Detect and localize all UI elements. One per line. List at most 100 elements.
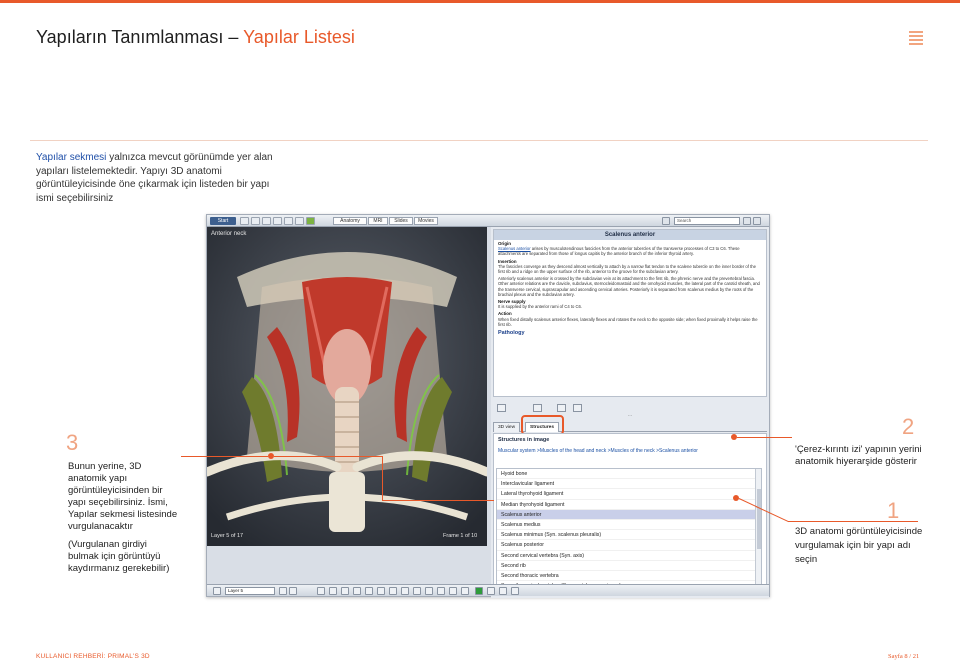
export-icon[interactable] [295, 217, 304, 225]
info-nerve: Nerve supply It is supplied by the anter… [494, 298, 766, 310]
home-icon[interactable] [262, 217, 271, 225]
right-pane: Scalenus anterior Origin Scalenus anteri… [491, 227, 769, 598]
structures-panel: Structures in image Muscular system >Mus… [493, 433, 767, 596]
search-go-icon[interactable] [743, 217, 751, 225]
origin-text: arises by musculotendinous fascicles fro… [498, 246, 740, 257]
start-button[interactable]: Start [210, 217, 236, 225]
copy-info-icon[interactable] [557, 404, 566, 412]
info-origin: Origin Scalenus anterior arises by muscu… [494, 240, 766, 258]
callout-3-line-b [274, 456, 382, 457]
list-scrollbar[interactable] [755, 469, 761, 593]
tab-movies[interactable]: Movies [414, 217, 438, 225]
save-icon[interactable] [284, 217, 293, 225]
pan-icon[interactable] [329, 587, 337, 595]
header-divider [30, 140, 928, 141]
print-info-icon[interactable] [533, 404, 542, 412]
search-input[interactable]: Search [674, 217, 740, 225]
structure-list-item[interactable]: Scalenus medius [497, 520, 761, 531]
step-3-body: Bunun yerine, 3D anatomik yapı görüntüle… [68, 461, 178, 532]
structure-list-item[interactable]: Scalenus anterior [497, 509, 761, 520]
tab-anatomy[interactable]: Anatomy [333, 217, 367, 225]
step-3-number: 3 [66, 430, 79, 455]
last-icon[interactable] [511, 587, 519, 595]
structures-list[interactable]: Hyoid bone Interclavicular ligament Latera… [496, 468, 762, 594]
layer-down-icon[interactable] [279, 587, 287, 595]
hide-icon[interactable] [377, 587, 385, 595]
bottom-toolbar: Layer 5 [207, 584, 769, 596]
structure-list-item[interactable]: Interclavicular ligament [497, 479, 761, 490]
layer-icon[interactable] [213, 587, 221, 595]
neck-anatomy-illustration [207, 227, 487, 546]
structures-title: Structures in image [498, 437, 550, 443]
settings-icon[interactable] [437, 587, 445, 595]
tab-slides[interactable]: Slides [389, 217, 413, 225]
close-window-icon[interactable] [753, 217, 761, 225]
structure-list-item[interactable]: Second thoracic vertebra [497, 571, 761, 582]
intro-highlight: Yapılar sekmesi [36, 152, 107, 163]
menu-icon[interactable] [909, 31, 923, 47]
breadcrumb[interactable]: Muscular system >Muscles of the head and… [498, 448, 698, 454]
info-icon[interactable] [449, 587, 457, 595]
anatomy-3d-viewer[interactable]: Anterior neck Layer 5 of 17 Frame 1 of 1… [207, 227, 487, 546]
action-text: When fixed distally scalenus anterior fl… [498, 316, 758, 327]
forward-icon[interactable] [251, 217, 260, 225]
snapshot-icon[interactable] [413, 587, 421, 595]
next-icon[interactable] [499, 587, 507, 595]
fullscreen-icon[interactable] [425, 587, 433, 595]
structure-list-item[interactable]: Hyoid bone [497, 469, 761, 480]
footer-left: KULLANICI REHBERİ: PRIMAL'S 3D [36, 653, 150, 660]
zoom-icon[interactable] [341, 587, 349, 595]
step-3-text: Bunun yerine, 3D anatomik yapı görüntüle… [68, 461, 180, 575]
intro-text: Yapılar sekmesi yalnızca mevcut görünümd… [36, 151, 286, 205]
structure-list-item[interactable]: Second rib [497, 561, 761, 571]
structure-list-item[interactable]: Median thyrohyoid ligament [497, 500, 761, 510]
tab-mri[interactable]: MRI [368, 217, 388, 225]
print-icon[interactable] [273, 217, 282, 225]
top-accent-bar [0, 0, 960, 3]
step-1-text: 3D anatomi görüntüleyicisinde vurgulamak… [795, 526, 923, 565]
footer-page-number: Sayfa 8 / 21 [888, 653, 920, 660]
reset-icon[interactable] [401, 587, 409, 595]
notes-info-icon[interactable] [573, 404, 582, 412]
info-insertion: Insertion The fascicles converge as they… [494, 258, 766, 276]
green-status-icon[interactable] [475, 587, 483, 595]
info-toolbar [493, 403, 767, 413]
structure-list-item[interactable]: Second cervical vertebra (Syn. axis) [497, 551, 761, 561]
step-2-text: 'Çerez-kırıntı izi' yapının yerini anato… [795, 444, 922, 467]
info-action: Action When fixed distally scalenus ante… [494, 310, 766, 328]
insertion-text: The fascicles converge as they descend a… [498, 263, 756, 275]
page-title: Yapıların Tanımlanması – Yapılar Listesi [36, 27, 355, 48]
app-window: Start Anatomy MRI Slides Movies Search A… [206, 214, 770, 598]
structure-list-item[interactable]: Lateral thyrohyoid ligament [497, 489, 761, 500]
page-title-accent: Yapılar Listesi [243, 27, 355, 47]
step-3-note: (Vurgulanan girdiyi bulmak için görüntüy… [68, 539, 170, 574]
pathology-link[interactable]: Pathology [494, 328, 766, 338]
select-icon[interactable] [353, 587, 361, 595]
play-icon[interactable] [461, 587, 469, 595]
info-title: Scalenus anterior [494, 230, 766, 240]
structure-list-item[interactable]: Scalenus minimus (Syn. scalenus pleurali… [497, 530, 761, 541]
layer-up-icon[interactable] [289, 587, 297, 595]
structure-list-item[interactable]: Scalenus posterior [497, 540, 761, 551]
step-2-number: 2 [902, 414, 915, 439]
rotate-icon[interactable] [317, 587, 325, 595]
structures-tab-highlight [521, 415, 564, 435]
stop-icon[interactable] [487, 587, 495, 595]
nerve-text: It is supplied by the anterior rami of C… [498, 304, 583, 310]
callout-1-line-c [788, 521, 918, 522]
toolbar-options-icon[interactable] [662, 217, 670, 225]
help-icon[interactable] [306, 217, 315, 225]
back-arrow-icon[interactable] [497, 404, 506, 412]
label-icon[interactable] [365, 587, 373, 595]
callout-3-line-c [382, 456, 383, 500]
layer-select[interactable]: Layer 5 [225, 587, 275, 595]
show-icon[interactable] [389, 587, 397, 595]
back-icon[interactable] [240, 217, 249, 225]
structure-info-panel[interactable]: Scalenus anterior Origin Scalenus anteri… [493, 229, 767, 397]
info-relations: Anteriorly scalenus anterior is crossed … [498, 276, 760, 297]
viewer-frame-indicator: Frame 1 of 10 [443, 533, 478, 539]
tab-3d-view[interactable]: 3D view [493, 422, 521, 432]
viewer-layer-indicator: Layer 5 of 17 [211, 533, 244, 539]
callout-3-line-a [181, 456, 268, 457]
scrollbar-thumb[interactable] [757, 489, 761, 549]
